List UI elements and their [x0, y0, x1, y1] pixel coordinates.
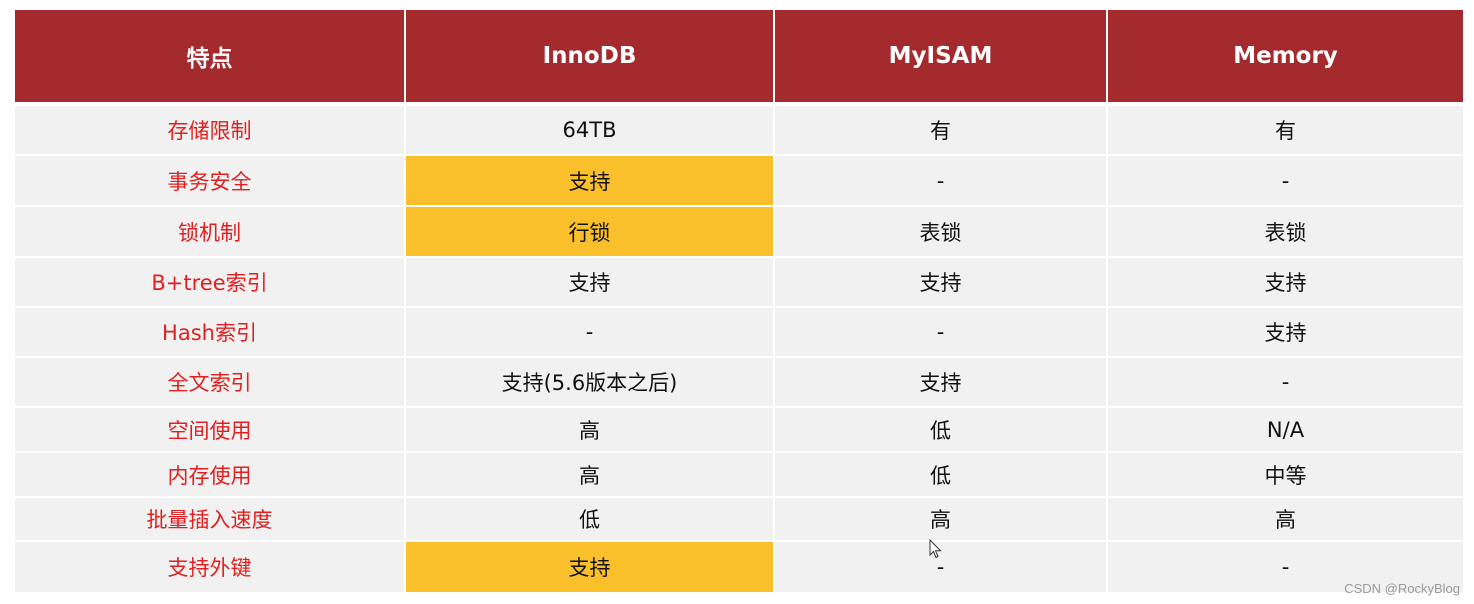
innodb-cell: 支持	[406, 542, 773, 592]
innodb-cell: 支持	[406, 156, 773, 205]
innodb-cell: -	[406, 308, 773, 356]
memory-cell: N/A	[1108, 408, 1463, 451]
storage-engine-comparison-table: 特点 InnoDB MyISAM Memory 存储限制 64TB 有有事务安全 支持…	[15, 10, 1463, 594]
innodb-cell: 64TB	[406, 106, 773, 154]
innodb-cell: 支持(5.6版本之后)	[406, 358, 773, 406]
myisam-cell: 表锁	[775, 207, 1106, 256]
header-myisam: MyISAM	[775, 10, 1106, 102]
table-row: Hash索引 - - 支持	[15, 308, 1463, 358]
table-row: 存储限制 64TB 有有	[15, 106, 1463, 156]
feature-cell: Hash索引	[15, 308, 404, 356]
header-feature: 特点	[15, 10, 404, 102]
myisam-cell: 有	[775, 106, 1106, 154]
feature-cell: 存储限制	[15, 106, 404, 154]
header-memory: Memory	[1108, 10, 1463, 102]
header-innodb: InnoDB	[406, 10, 773, 102]
innodb-cell: 行锁	[406, 207, 773, 256]
feature-cell: 锁机制	[15, 207, 404, 256]
table-row: 事务安全 支持 - -	[15, 156, 1463, 207]
table-row: 全文索引 支持(5.6版本之后) 支持 -	[15, 358, 1463, 408]
feature-cell: 空间使用	[15, 408, 404, 451]
table-body: 存储限制 64TB 有有事务安全 支持 - - 锁机制 行锁 表锁 表锁 B+tree索引 支持 支持支…	[15, 106, 1463, 594]
myisam-cell: 支持	[775, 258, 1106, 306]
feature-cell: 批量插入速度	[15, 498, 404, 540]
memory-cell: -	[1108, 156, 1463, 205]
table-row: 空间使用高低 N/A	[15, 408, 1463, 453]
memory-cell: 中等	[1108, 453, 1463, 496]
table-row: B+tree索引 支持 支持 支持	[15, 258, 1463, 308]
table-row: 锁机制 行锁 表锁 表锁	[15, 207, 1463, 258]
mouse-cursor-icon	[929, 539, 942, 559]
myisam-cell: -	[775, 156, 1106, 205]
feature-cell: 内存使用	[15, 453, 404, 496]
watermark: CSDN @RockyBlog	[1344, 581, 1460, 596]
feature-cell: 全文索引	[15, 358, 404, 406]
table-row: 批量插入速度低高高	[15, 498, 1463, 542]
memory-cell: 有	[1108, 106, 1463, 154]
feature-cell: 支持外键	[15, 542, 404, 592]
myisam-cell: 低	[775, 453, 1106, 496]
myisam-cell: 支持	[775, 358, 1106, 406]
innodb-cell: 高	[406, 408, 773, 451]
feature-cell: 事务安全	[15, 156, 404, 205]
innodb-cell: 高	[406, 453, 773, 496]
myisam-cell: 高	[775, 498, 1106, 540]
memory-cell: 高	[1108, 498, 1463, 540]
innodb-cell: 低	[406, 498, 773, 540]
memory-cell: -	[1108, 358, 1463, 406]
memory-cell: 支持	[1108, 308, 1463, 356]
feature-cell: B+tree索引	[15, 258, 404, 306]
table-row: 支持外键 支持 - -	[15, 542, 1463, 594]
innodb-cell: 支持	[406, 258, 773, 306]
table-header-row: 特点 InnoDB MyISAM Memory	[15, 10, 1463, 104]
memory-cell: 表锁	[1108, 207, 1463, 256]
myisam-cell: -	[775, 308, 1106, 356]
myisam-cell: 低	[775, 408, 1106, 451]
table-row: 内存使用高低中等	[15, 453, 1463, 498]
memory-cell: 支持	[1108, 258, 1463, 306]
